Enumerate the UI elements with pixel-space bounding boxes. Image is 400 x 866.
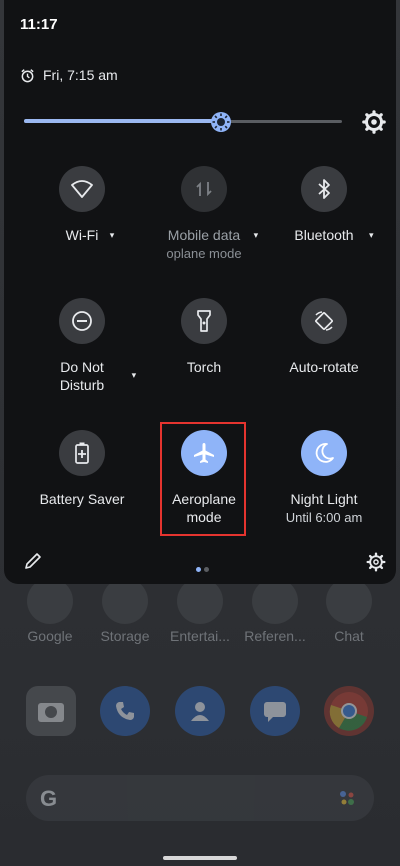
page-indicator (196, 559, 212, 572)
highlight-box (160, 422, 246, 536)
tile-battery-saver[interactable]: Battery Saver (22, 430, 142, 509)
do-not-disturb-icon (59, 298, 105, 344)
app-label: Chat (334, 628, 364, 644)
tile-label: Wi-Fi ▾ (65, 227, 115, 243)
app-label: Entertai... (170, 628, 230, 644)
alarm-clock-icon (21, 68, 34, 82)
status-bar-time: 11:17 (20, 16, 58, 33)
app-folder-icon (102, 578, 148, 624)
app-google[interactable]: Google (14, 578, 86, 644)
app-reference[interactable]: Referen... (239, 578, 311, 644)
battery-saver-icon (59, 430, 105, 476)
bluetooth-icon (301, 166, 347, 212)
brightness-slider[interactable] (24, 108, 342, 136)
tile-label: Battery Saver (39, 491, 125, 507)
tile-bluetooth[interactable]: Bluetooth ▾ (264, 166, 384, 245)
wifi-icon (59, 166, 105, 212)
tile-label: Do Not Disturb ▾ (59, 359, 137, 393)
tile-torch[interactable]: Torch (144, 298, 264, 377)
moon-icon (301, 430, 347, 476)
app-entertainment[interactable]: Entertai... (164, 578, 236, 644)
camera-app-icon[interactable] (26, 686, 76, 736)
tile-label: Bluetooth ▾ (294, 227, 374, 243)
contacts-app-icon[interactable] (175, 686, 225, 736)
app-label: Referen... (244, 628, 306, 644)
dropdown-caret-icon[interactable]: ▾ (369, 226, 374, 244)
tile-do-not-disturb[interactable]: Do Not Disturb ▾ (22, 298, 142, 395)
auto-rotate-icon (301, 298, 347, 344)
gesture-nav-handle[interactable] (163, 856, 237, 860)
chrome-app-icon[interactable] (324, 686, 374, 736)
app-folder-icon (177, 578, 223, 624)
app-storage[interactable]: Storage (89, 578, 161, 644)
page-dot-active (196, 567, 201, 572)
messages-app-icon[interactable] (250, 686, 300, 736)
torch-icon (181, 298, 227, 344)
tile-sublabel: oplane mode (166, 246, 242, 261)
app-chat[interactable]: Chat (313, 578, 385, 644)
phone-app-icon[interactable] (100, 686, 150, 736)
settings-gear-icon[interactable] (362, 110, 386, 134)
settings-gear-icon[interactable] (366, 552, 386, 572)
tile-label: Auto-rotate (289, 359, 359, 375)
google-search-bar[interactable]: G (26, 775, 374, 821)
assistant-icon[interactable] (338, 789, 356, 807)
brightness-thumb-icon[interactable] (210, 111, 232, 133)
app-folder-icon (252, 578, 298, 624)
mobile-data-icon (181, 166, 227, 212)
slider-fill (24, 119, 221, 123)
tile-auto-rotate[interactable]: Auto-rotate (264, 298, 384, 377)
app-label: Google (27, 628, 73, 644)
tile-wifi[interactable]: Wi-Fi ▾ (22, 166, 142, 245)
app-row: Google Storage Entertai... Referen... Ch… (0, 578, 400, 648)
app-folder-icon (27, 578, 73, 624)
tile-label: Torch (186, 359, 222, 375)
tile-night-light[interactable]: Night Light Until 6:00 am (264, 430, 384, 527)
edit-pencil-icon[interactable] (24, 552, 42, 570)
page-dot (204, 567, 209, 572)
quick-settings-panel: 11:17 Fri, 7:15 am Wi-Fi ▾ Mobile data ▾… (4, 0, 396, 584)
google-logo-icon: G (40, 786, 58, 811)
app-label: Storage (100, 628, 150, 644)
tile-label: Night Light (290, 491, 358, 507)
tile-label: Mobile data ▾ (167, 227, 259, 243)
tile-sublabel: Until 6:00 am (285, 510, 363, 525)
dropdown-caret-icon[interactable]: ▾ (132, 366, 137, 384)
next-alarm[interactable]: Fri, 7:15 am (20, 66, 118, 84)
alarm-time-label: Fri, 7:15 am (43, 67, 118, 83)
dropdown-caret-icon[interactable]: ▾ (254, 226, 259, 244)
dropdown-caret-icon[interactable]: ▾ (110, 226, 115, 244)
dock (0, 686, 400, 738)
app-folder-icon (326, 578, 372, 624)
tile-mobile-data[interactable]: Mobile data ▾ oplane mode (144, 166, 264, 263)
